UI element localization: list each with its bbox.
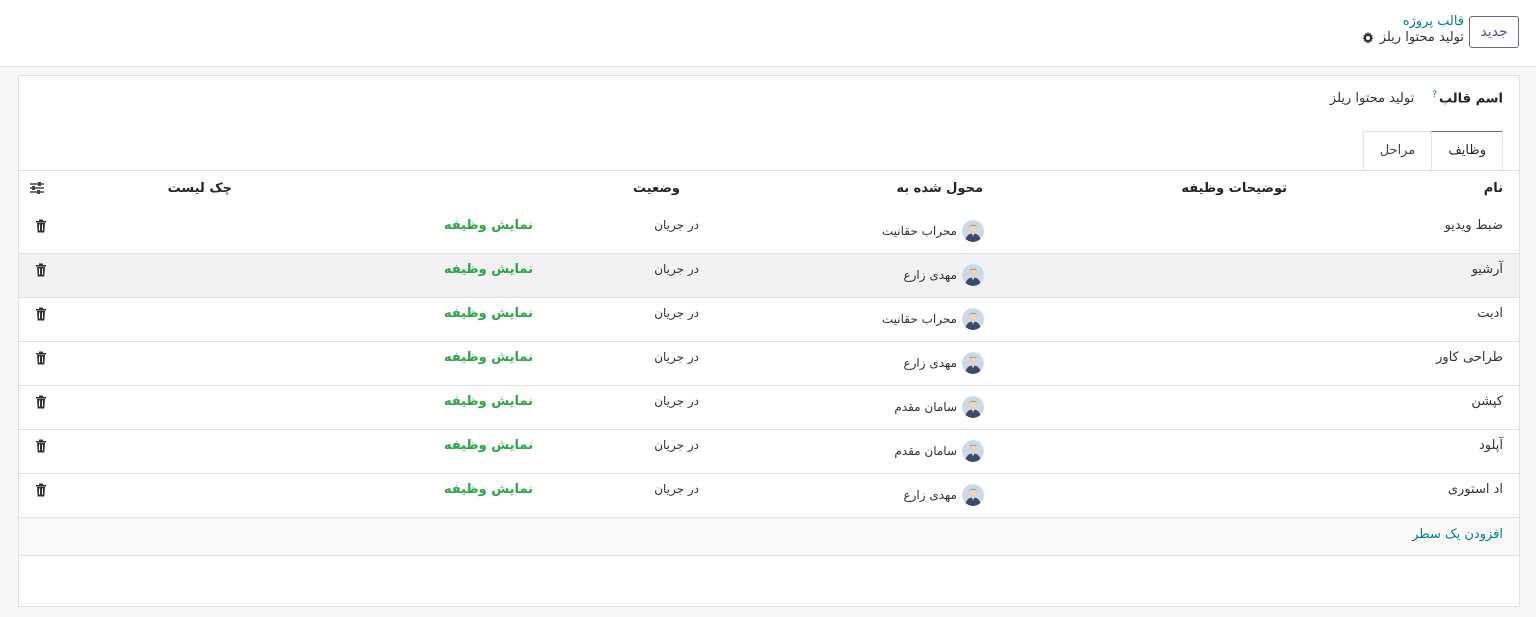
show-task-button[interactable]: نمایش وظیفه <box>444 350 533 365</box>
template-name-field: اسم قالب? تولید محتوا ریلز <box>1330 90 1503 106</box>
table-header: نام توضیحات وظیفه محول شده به وضعیت چک ل… <box>19 170 1519 211</box>
show-task-button[interactable]: نمایش وظیفه <box>444 438 533 453</box>
table-row[interactable]: طراحی کاور مهدی زارع در جریان نمایش وظیفه <box>19 342 1519 386</box>
status-text: در جریان <box>654 306 699 320</box>
help-icon[interactable]: ? <box>1432 90 1437 100</box>
trash-icon[interactable] <box>35 395 47 409</box>
assignee[interactable]: محراب حقانیت <box>882 220 984 242</box>
assignee-name: محراب حقانیت <box>881 224 957 238</box>
assignee-name: محراب حقانیت <box>881 312 957 326</box>
trash-icon[interactable] <box>35 439 47 453</box>
task-name[interactable]: طراحی کاور <box>1436 350 1503 365</box>
add-line-row: افزودن یک سطر <box>19 518 1519 556</box>
task-name[interactable]: ضبط ویدیو <box>1445 218 1504 233</box>
column-header-name[interactable]: نام <box>1484 171 1503 211</box>
optional-columns-icon[interactable] <box>29 181 45 195</box>
trash-icon[interactable] <box>35 351 47 365</box>
assignee[interactable]: سامان مقدم <box>894 396 984 418</box>
show-task-button[interactable]: نمایش وظیفه <box>444 306 533 321</box>
avatar <box>962 484 984 506</box>
show-task-button[interactable]: نمایش وظیفه <box>444 262 533 277</box>
trash-icon[interactable] <box>35 483 47 497</box>
gear-icon[interactable] <box>1362 31 1374 44</box>
table-row[interactable]: ضبط ویدیو محراب حقانیت در جریان نمایش وظیفه <box>19 210 1519 254</box>
task-name[interactable]: آرشیو <box>1472 262 1503 277</box>
assignee[interactable]: مهدی زارع <box>903 264 984 286</box>
template-name-label: اسم قالب? <box>1432 90 1503 107</box>
avatar <box>962 308 984 330</box>
table-row[interactable]: آپلود سامان مقدم در جریان نمایش وظیفه <box>19 430 1519 474</box>
status-text: در جریان <box>654 350 699 364</box>
show-task-button[interactable]: نمایش وظیفه <box>444 218 533 233</box>
avatar <box>962 264 984 286</box>
avatar <box>962 396 984 418</box>
table-row[interactable]: اد استوری مهدی زارع در جریان نمایش وظیفه <box>19 474 1519 518</box>
assignee[interactable]: سامان مقدم <box>894 440 984 462</box>
assignee[interactable]: مهدی زارع <box>903 484 984 506</box>
avatar <box>962 220 984 242</box>
show-task-button[interactable]: نمایش وظیفه <box>444 394 533 409</box>
table-row[interactable]: آرشیو مهدی زارع در جریان نمایش وظیفه <box>19 254 1519 298</box>
template-name-input[interactable]: تولید محتوا ریلز <box>1330 91 1414 106</box>
new-button[interactable]: جدید <box>1469 16 1519 48</box>
assignee[interactable]: مهدی زارع <box>903 352 984 374</box>
trash-icon[interactable] <box>35 307 47 321</box>
trash-icon[interactable] <box>35 219 47 233</box>
column-header-assignee[interactable]: محول شده به <box>896 171 983 211</box>
record-title-text: تولید محتوا ریلز <box>1379 30 1464 45</box>
avatar <box>962 440 984 462</box>
assignee-name: مهدی زارع <box>903 268 957 282</box>
breadcrumb-parent-link[interactable]: قالب پروژه <box>1403 14 1464 29</box>
column-header-description[interactable]: توضیحات وظیفه <box>1181 171 1287 211</box>
show-task-button[interactable]: نمایش وظیفه <box>444 482 533 497</box>
task-name[interactable]: کپشن <box>1471 394 1503 409</box>
tab-tasks[interactable]: وظایف <box>1431 131 1503 170</box>
status-text: در جریان <box>654 394 699 408</box>
task-name[interactable]: ادیت <box>1477 306 1503 321</box>
assignee-name: مهدی زارع <box>903 488 957 502</box>
table-row[interactable]: کپشن سامان مقدم در جریان نمایش وظیفه <box>19 386 1519 430</box>
table-row[interactable]: ادیت محراب حقانیت در جریان نمایش وظیفه <box>19 298 1519 342</box>
assignee[interactable]: محراب حقانیت <box>882 308 984 330</box>
assignee-name: سامان مقدم <box>894 444 957 458</box>
status-text: در جریان <box>654 262 699 276</box>
status-text: در جریان <box>654 482 699 496</box>
task-name[interactable]: اد استوری <box>1448 482 1503 497</box>
assignee-name: سامان مقدم <box>894 400 957 414</box>
tab-stages[interactable]: مراحل <box>1362 131 1432 170</box>
breadcrumb[interactable]: قالب پروژه <box>1403 14 1464 29</box>
add-line-link[interactable]: افزودن یک سطر <box>1412 527 1503 542</box>
control-panel: جدید قالب پروژه تولید محتوا ریلز <box>0 0 1536 67</box>
task-name[interactable]: آپلود <box>1479 438 1503 453</box>
trash-icon[interactable] <box>35 263 47 277</box>
record-title: تولید محتوا ریلز <box>1362 30 1464 45</box>
status-text: در جریان <box>654 218 699 232</box>
form-sheet: اسم قالب? تولید محتوا ریلز وظایف مراحل ن… <box>18 75 1520 607</box>
column-header-status[interactable]: وضعیت <box>633 171 680 211</box>
column-header-checklist[interactable]: چک لیست <box>168 171 232 211</box>
notebook-tabs: وظایف مراحل <box>1362 131 1503 170</box>
avatar <box>962 352 984 374</box>
status-text: در جریان <box>654 438 699 452</box>
assignee-name: مهدی زارع <box>903 356 957 370</box>
